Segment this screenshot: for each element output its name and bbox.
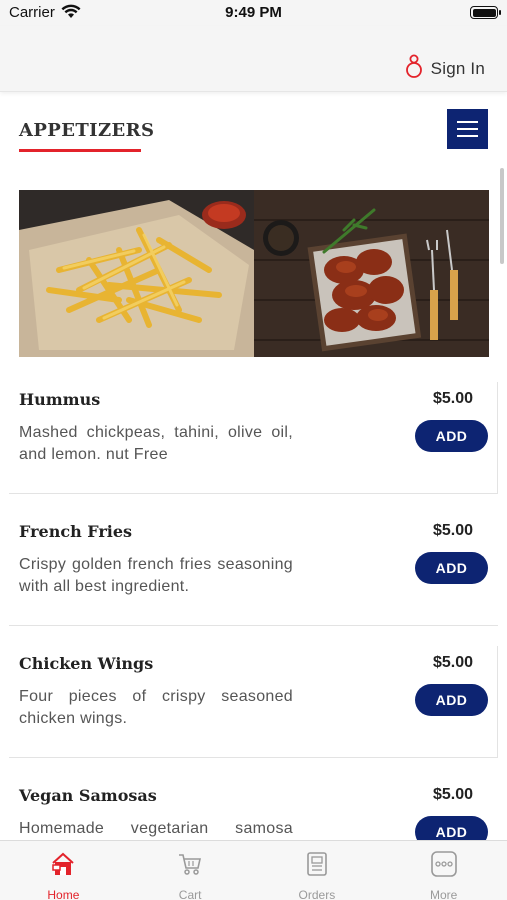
menu-button[interactable] [447, 109, 488, 149]
section-title: APPETIZERS [19, 120, 155, 141]
status-bar: Carrier 9:49 PM [0, 0, 507, 26]
clock-time: 9:49 PM [225, 4, 282, 21]
item-description: Homemade vegetarian samosa [19, 820, 293, 837]
orders-icon [304, 851, 330, 882]
more-icon [430, 851, 457, 882]
menu-item[interactable]: French Fries Crispy golden french fries … [9, 504, 498, 626]
sign-in-label: Sign In [430, 58, 485, 78]
add-button[interactable]: ADD [415, 420, 488, 452]
item-description: Four pieces of crispy seasoned chicken w… [19, 688, 293, 727]
item-name: Hummus [19, 390, 101, 409]
tab-label: Cart [178, 888, 202, 900]
item-divider [9, 493, 498, 494]
add-button[interactable]: ADD [415, 552, 488, 584]
tab-more[interactable]: More [380, 841, 507, 900]
item-description: Crispy golden french fries seasoning wit… [19, 556, 293, 595]
tab-label: More [429, 888, 458, 900]
item-divider [9, 625, 498, 626]
battery-icon [470, 6, 501, 19]
hamburger-icon [457, 121, 478, 123]
wings-image [254, 190, 489, 357]
section-underline [19, 149, 141, 152]
item-name: Chicken Wings [19, 654, 154, 673]
add-button[interactable]: ADD [415, 684, 488, 716]
scroll-indicator[interactable] [500, 168, 504, 264]
tab-label: Orders [298, 888, 336, 900]
item-price: $5.00 [432, 390, 473, 407]
user-icon [405, 54, 431, 83]
menu-item[interactable]: Chicken Wings Four pieces of crispy seas… [9, 636, 498, 758]
home-icon [50, 851, 76, 882]
tab-label: Home [47, 888, 80, 900]
item-name: Vegan Samosas [19, 786, 157, 805]
menu-item[interactable]: Hummus Mashed chickpeas, tahini, olive o… [9, 372, 498, 494]
tab-home[interactable]: Home [0, 841, 127, 900]
menu-item[interactable]: Vegan Samosas Homemade vegetarian samosa… [9, 768, 498, 840]
item-price: $5.00 [432, 654, 473, 671]
fries-image [19, 190, 254, 357]
app-header: Sign In [0, 26, 507, 92]
sign-in-button[interactable]: Sign In [405, 54, 485, 83]
category-banner-image [19, 190, 489, 357]
tab-cart[interactable]: Cart [127, 841, 254, 900]
item-divider [9, 757, 498, 758]
bottom-tab-bar: Home Cart Orders More [0, 840, 507, 900]
item-description: Mashed chickpeas, tahini, olive oil, and… [19, 424, 293, 463]
tab-orders[interactable]: Orders [254, 841, 381, 900]
item-price: $5.00 [432, 786, 473, 803]
cart-icon [177, 851, 203, 882]
add-button[interactable]: ADD [415, 816, 488, 840]
item-name: French Fries [19, 522, 133, 541]
item-price: $5.00 [432, 522, 473, 539]
